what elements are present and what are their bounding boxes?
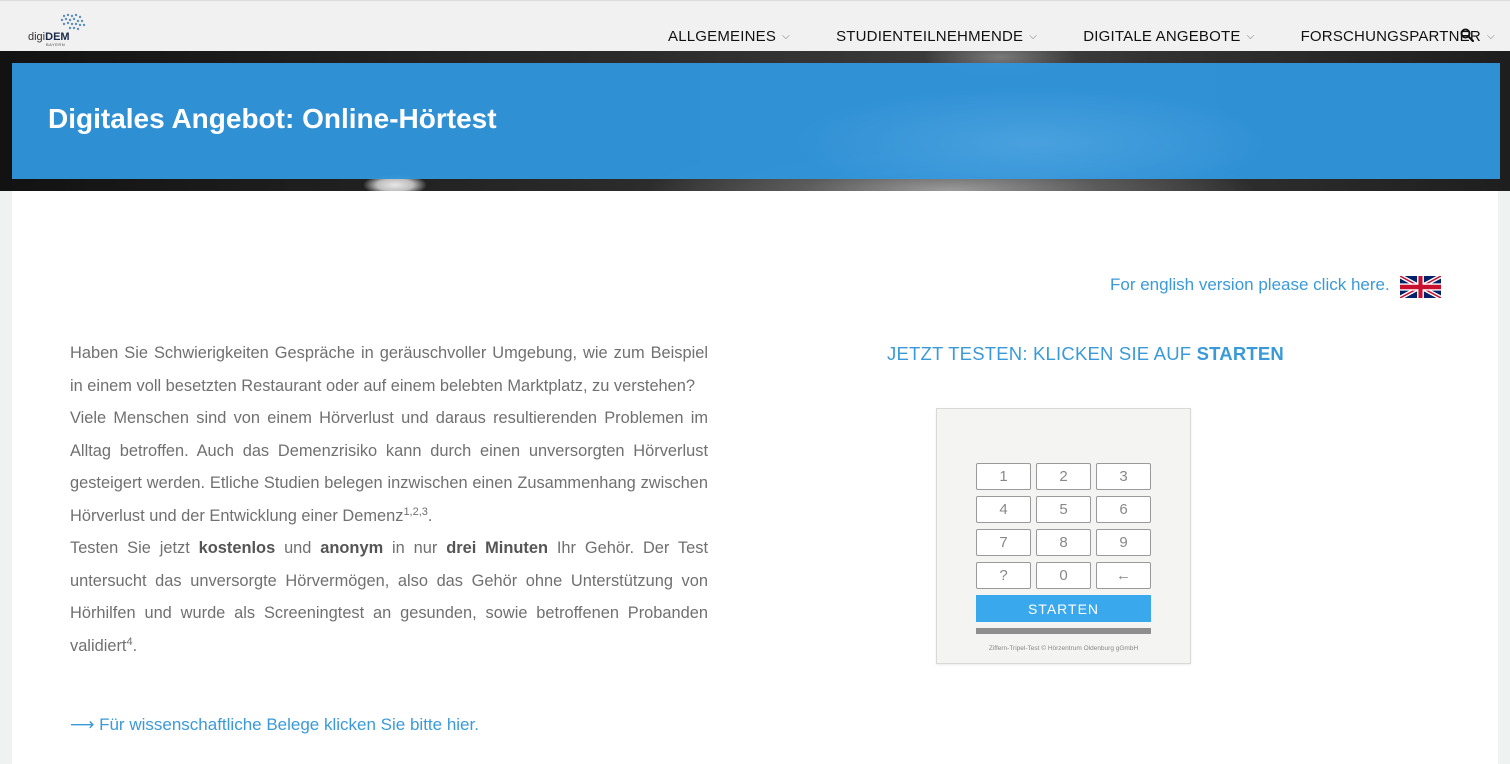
digit-keypad: 1 2 3 4 5 6 7 8 9 ? 0 ← — [976, 463, 1152, 589]
menu-item-label: STUDIENTEILNEHMENDE — [836, 27, 1024, 45]
key-3[interactable]: 3 — [1096, 463, 1151, 490]
key-6[interactable]: 6 — [1096, 496, 1151, 523]
chevron-down-icon: ⌵ — [1246, 30, 1255, 42]
key-4[interactable]: 4 — [976, 496, 1031, 523]
menu-item-label: DIGITALE ANGEBOTE — [1083, 27, 1241, 45]
key-9[interactable]: 9 — [1096, 529, 1151, 556]
start-button[interactable]: STARTEN — [976, 595, 1151, 622]
cta-text: JETZT TESTEN: KLICKEN SIE AUF — [887, 343, 1197, 364]
key-1[interactable]: 1 — [976, 463, 1031, 490]
logo-subtitle: BAYERN — [46, 42, 66, 47]
top-navigation: digiDEM BAYERN ALLGEMEINES ⌵ STUDIENTEIL… — [0, 0, 1510, 51]
intro-paragraph-3-a: Testen Sie jetzt — [70, 539, 199, 557]
emphasis-kostenlos: kostenlos — [198, 539, 276, 557]
menu-item-allgemeines[interactable]: ALLGEMEINES ⌵ — [668, 28, 792, 45]
logo-prefix: digi — [28, 31, 46, 43]
chevron-down-icon: ⌵ — [1029, 30, 1038, 42]
key-7[interactable]: 7 — [976, 529, 1031, 556]
intro-paragraph-2-end: . — [427, 506, 433, 525]
cta-emphasis: STARTEN — [1196, 343, 1284, 364]
logo-mark-icon — [60, 13, 86, 31]
key-2[interactable]: 2 — [1036, 463, 1091, 490]
key-8[interactable]: 8 — [1036, 529, 1091, 556]
menu-item-digitale-angebote[interactable]: DIGITALE ANGEBOTE ⌵ — [1083, 28, 1256, 45]
intro-paragraph-3-end: . — [132, 636, 138, 655]
intro-paragraph-3: Testen Sie jetzt kostenlos und anonym in… — [70, 532, 708, 662]
scientific-evidence-link[interactable]: ⟶ Für wissenschaftliche Belege klicken S… — [70, 715, 479, 735]
key-backspace[interactable]: ← — [1096, 562, 1151, 589]
main-menu: ALLGEMEINES ⌵ STUDIENTEILNEHMENDE ⌵ DIGI… — [668, 26, 1510, 46]
emphasis-drei-minuten: drei Minuten — [446, 539, 548, 557]
footnote-ref: 1,2,3 — [403, 505, 428, 518]
main-content: For english version please click here. H… — [12, 191, 1498, 764]
intro-paragraph-2-text: Viele Menschen sind von einem Hörverlust… — [70, 409, 708, 525]
intro-paragraph-3-c: und — [275, 539, 321, 557]
progress-bar — [976, 628, 1151, 634]
key-0[interactable]: 0 — [1036, 562, 1091, 589]
english-version-link[interactable]: For english version please click here. — [1110, 275, 1390, 295]
key-5[interactable]: 5 — [1036, 496, 1091, 523]
intro-paragraph-1: Haben Sie Schwierigkeiten Gespräche in g… — [70, 344, 708, 395]
chevron-down-icon: ⌵ — [782, 30, 790, 42]
intro-text: Haben Sie Schwierigkeiten Gespräche in g… — [70, 337, 708, 662]
search-icon[interactable] — [1460, 28, 1474, 42]
page-title: Digitales Angebot: Online-Hörtest — [48, 103, 497, 134]
hearing-test-widget: 1 2 3 4 5 6 7 8 9 ? 0 ← STARTEN Ziffern-… — [936, 408, 1191, 664]
uk-flag-icon[interactable] — [1400, 276, 1441, 298]
menu-item-label: FORSCHUNGSPARTNER — [1300, 27, 1481, 45]
menu-item-label: ALLGEMEINES — [668, 27, 777, 45]
intro-paragraph-3-d: in nur — [383, 539, 447, 557]
chevron-down-icon: ⌵ — [1486, 30, 1495, 42]
widget-copyright: Ziffern-Tripel-Test © Hörzentrum Oldenbu… — [988, 645, 1139, 652]
intro-paragraph-2: Viele Menschen sind von einem Hörverlust… — [70, 402, 708, 532]
cta-heading: JETZT TESTEN: KLICKEN SIE AUF STARTEN — [887, 343, 1284, 365]
digidem-logo[interactable]: digiDEM BAYERN — [28, 13, 90, 47]
menu-item-studienteilnehmende[interactable]: STUDIENTEILNEHMENDE ⌵ — [836, 28, 1039, 45]
hero-banner: Digitales Angebot: Online-Hörtest — [0, 51, 1510, 191]
emphasis-anonym: anonym — [320, 539, 384, 557]
key-unknown[interactable]: ? — [976, 562, 1031, 589]
hero-title-band: Digitales Angebot: Online-Hörtest — [12, 63, 1500, 179]
